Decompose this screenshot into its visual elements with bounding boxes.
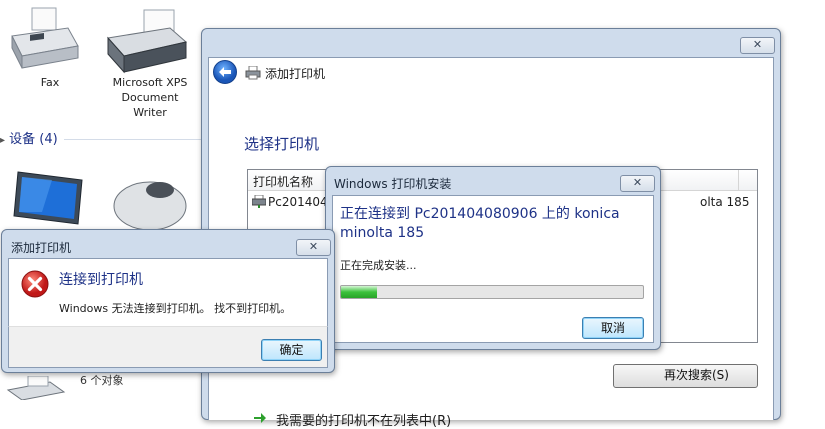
install-progress-bar <box>340 285 644 299</box>
devices-section-header[interactable]: ▸ 设备 (4) <box>0 128 58 147</box>
install-close-button[interactable]: ✕ <box>620 175 655 192</box>
install-status: 正在完成安装... <box>340 259 417 272</box>
search-again-label: 再次搜索(S) <box>664 368 729 382</box>
add-printer-close-button[interactable]: ✕ <box>740 37 775 54</box>
cancel-button[interactable]: 取消 <box>582 317 644 339</box>
column-divider[interactable] <box>738 170 739 190</box>
error-dialog: 添加打印机 ✕ 连接到打印机 Windows 无法连接到打印机。 找不到打印机。… <box>1 229 335 373</box>
error-close-button[interactable]: ✕ <box>296 239 331 256</box>
error-icon <box>21 270 49 298</box>
device-label-line: Document <box>121 91 179 104</box>
error-message: Windows 无法连接到打印机。 找不到打印机。 <box>59 302 292 315</box>
install-progress-fill <box>341 286 378 298</box>
row-printer-address: olta 185 <box>700 195 750 209</box>
monitor-icon[interactable] <box>12 168 90 232</box>
fax-icon[interactable] <box>8 6 80 72</box>
install-dialog-client: 正在连接到 Pc201404080906 上的 konica minolta 1… <box>332 195 654 343</box>
error-dialog-client: 连接到打印机 Windows 无法连接到打印机。 找不到打印机。 <box>8 258 328 327</box>
section-divider <box>64 139 204 140</box>
device-label-line: Microsoft XPS <box>112 76 188 89</box>
green-arrow-icon[interactable] <box>253 412 267 424</box>
install-message: 正在连接到 Pc201404080906 上的 konica minolta 1… <box>340 206 620 241</box>
object-count: 6 个对象 <box>80 374 124 387</box>
printer-not-listed-link[interactable]: 我需要的打印机不在列表中(R) <box>276 410 451 429</box>
back-arrow-icon[interactable] <box>212 59 238 85</box>
install-dialog: Windows 打印机安装 ✕ 正在连接到 Pc201404080906 上的 … <box>325 166 661 350</box>
ok-button[interactable]: 确定 <box>261 339 322 361</box>
mouse-icon[interactable] <box>104 176 188 232</box>
add-printer-title: 添加打印机 <box>265 67 326 81</box>
error-dialog-title: 添加打印机 <box>11 241 72 255</box>
printer-small-icon <box>245 66 261 80</box>
network-printer-icon <box>252 195 266 208</box>
install-dialog-title: Windows 打印机安装 <box>334 177 452 191</box>
device-label-fax[interactable]: Fax <box>20 75 80 90</box>
devices-section-label: 设备 (4) <box>9 132 58 147</box>
device-label-line: Writer <box>133 106 167 119</box>
xps-printer-icon[interactable] <box>104 6 190 74</box>
error-heading: 连接到打印机 <box>59 272 143 288</box>
device-label-xps[interactable]: Microsoft XPS Document Writer <box>98 75 202 120</box>
choose-printer-heading: 选择打印机 <box>244 135 320 153</box>
search-again-button[interactable]: 再次搜索(S) <box>613 364 758 388</box>
printer-icon[interactable] <box>6 376 66 400</box>
